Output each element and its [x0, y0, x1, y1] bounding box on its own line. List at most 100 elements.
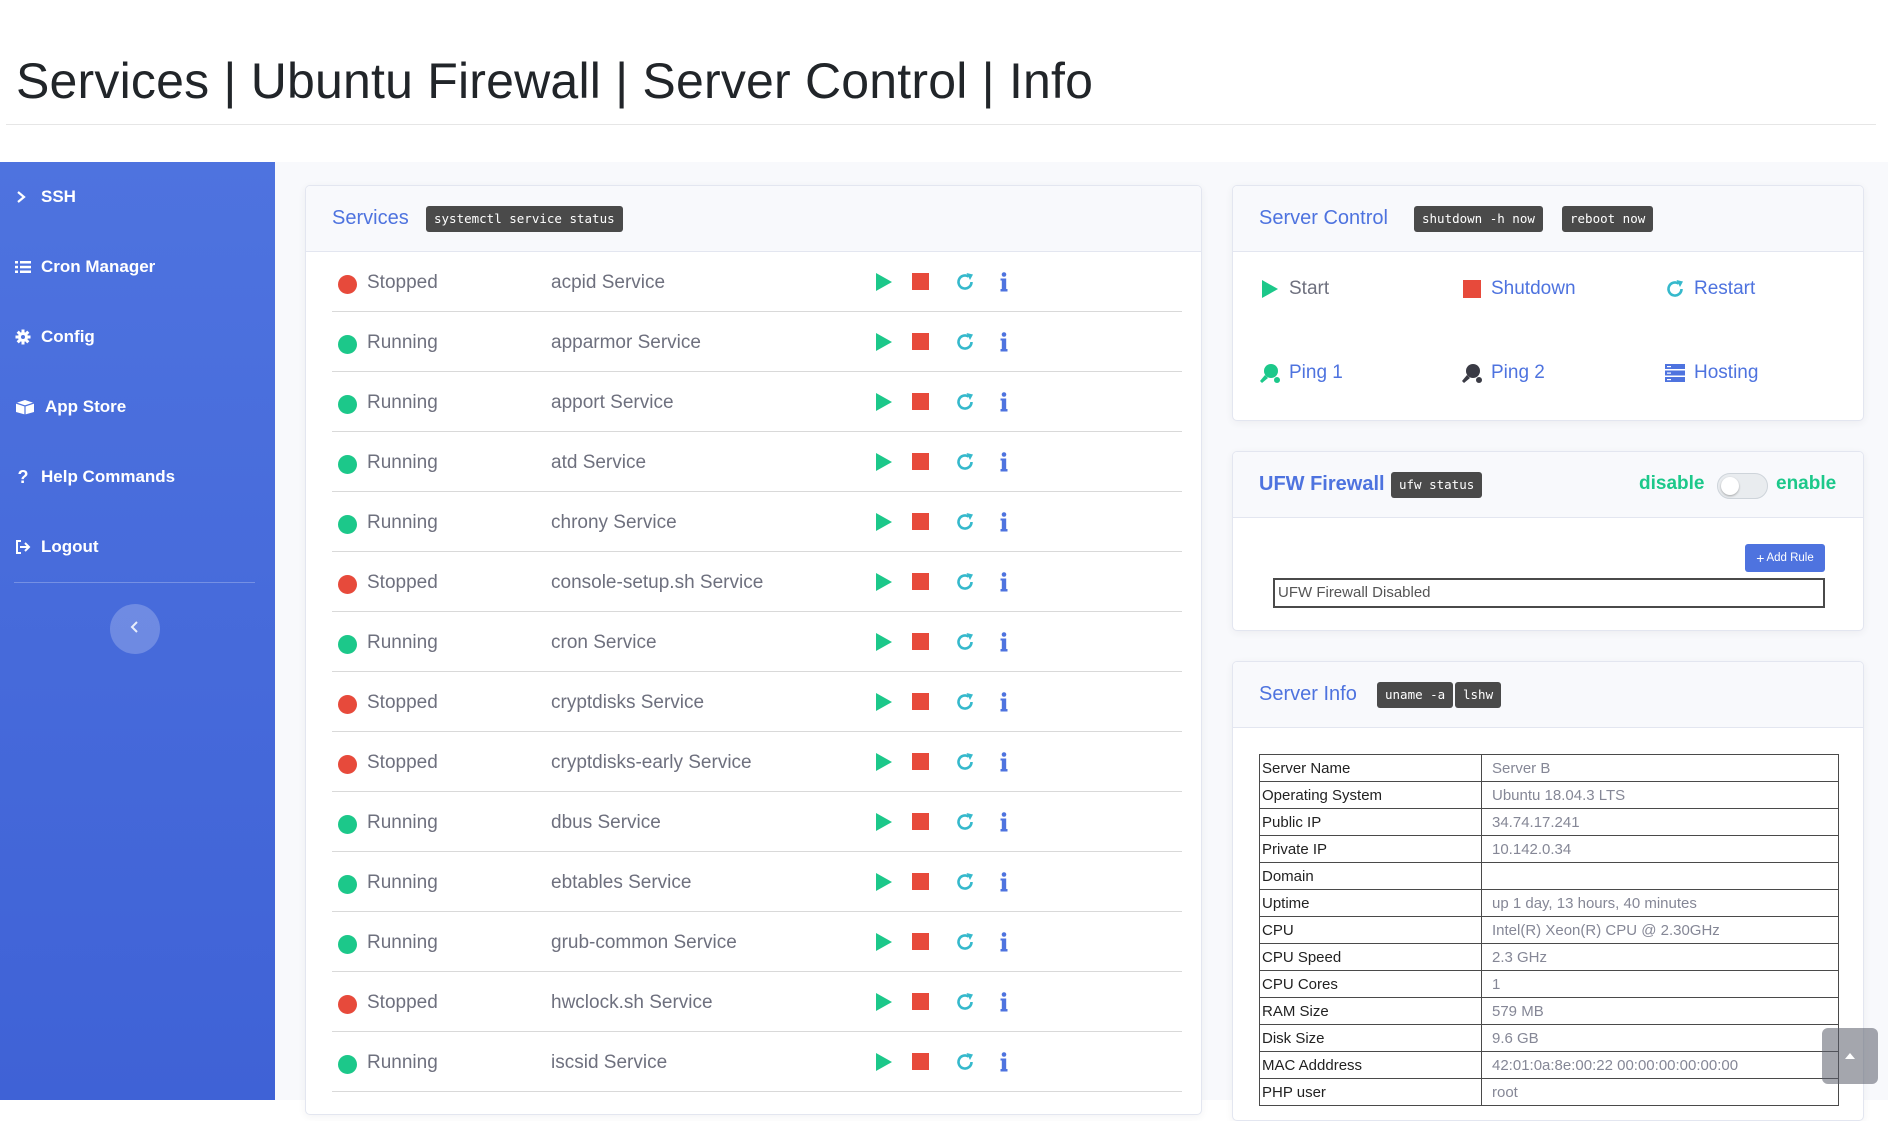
sidebar-item-ssh[interactable]: SSH	[14, 182, 76, 212]
service-row: Stopped console-setup.sh Service	[332, 552, 1182, 612]
restart-service-button[interactable]	[951, 330, 979, 358]
ping-1-button[interactable]: Ping 1	[1259, 362, 1343, 384]
restart-service-button[interactable]	[951, 930, 979, 958]
restart-service-button[interactable]	[951, 870, 979, 898]
restart-service-button[interactable]	[951, 1050, 979, 1078]
restart-service-button[interactable]	[951, 270, 979, 298]
start-service-button[interactable]	[870, 390, 898, 418]
sidebar-item-config[interactable]: Config	[14, 322, 95, 352]
service-name: cron Service	[551, 632, 657, 653]
service-row: Running apparmor Service	[332, 312, 1182, 372]
restart-service-button[interactable]	[951, 750, 979, 778]
start-service-button[interactable]	[870, 1050, 898, 1078]
start-service-button[interactable]	[870, 270, 898, 298]
stop-service-button[interactable]	[906, 270, 934, 298]
service-info-button[interactable]	[990, 390, 1018, 418]
scroll-to-top-button[interactable]	[1822, 1028, 1878, 1084]
stop-service-button[interactable]	[906, 1050, 934, 1078]
service-info-button[interactable]	[990, 510, 1018, 538]
service-row: Running grub-common Service	[332, 912, 1182, 972]
sidebar-item-app-store[interactable]: App Store	[14, 392, 126, 422]
sidebar-item-cron-manager[interactable]: Cron Manager	[14, 252, 155, 282]
service-info-button[interactable]	[990, 750, 1018, 778]
shutdown-button[interactable]: Shutdown	[1461, 278, 1576, 300]
sidebar-item-help-commands[interactable]: ? Help Commands	[14, 462, 176, 492]
status-dot	[338, 335, 357, 354]
restart-service-button[interactable]	[951, 630, 979, 658]
service-info-button[interactable]	[990, 1050, 1018, 1078]
start-service-button[interactable]	[870, 630, 898, 658]
play-icon	[875, 932, 893, 957]
sidebar-item-logout[interactable]: Logout	[14, 532, 99, 562]
service-info-button[interactable]	[990, 870, 1018, 898]
stop-icon	[911, 753, 929, 775]
uname-command-badge: uname -a	[1377, 682, 1454, 708]
server-info-title: Server Info	[1259, 683, 1357, 705]
start-service-button[interactable]	[870, 990, 898, 1018]
start-service-button[interactable]	[870, 570, 898, 598]
hosting-button[interactable]: Hosting	[1664, 362, 1758, 384]
stop-service-button[interactable]	[906, 330, 934, 358]
ping-2-button[interactable]: Ping 2	[1461, 362, 1545, 384]
stop-service-button[interactable]	[906, 450, 934, 478]
sidebar-toggle-button[interactable]	[110, 604, 160, 654]
service-info-button[interactable]	[990, 810, 1018, 838]
refresh-icon	[955, 452, 975, 477]
start-service-button[interactable]	[870, 330, 898, 358]
stop-service-button[interactable]	[906, 630, 934, 658]
service-row: Stopped hwclock.sh Service	[332, 972, 1182, 1032]
service-info-button[interactable]	[990, 330, 1018, 358]
play-icon	[875, 452, 893, 477]
ufw-command-badge: ufw status	[1391, 472, 1483, 498]
restart-service-button[interactable]	[951, 510, 979, 538]
service-info-button[interactable]	[990, 690, 1018, 718]
service-info-button[interactable]	[990, 270, 1018, 298]
stop-service-button[interactable]	[906, 810, 934, 838]
start-service-button[interactable]	[870, 510, 898, 538]
service-info-button[interactable]	[990, 930, 1018, 958]
start-service-button[interactable]	[870, 690, 898, 718]
service-status: Running	[367, 452, 438, 473]
restart-service-button[interactable]	[951, 570, 979, 598]
stop-service-button[interactable]	[906, 570, 934, 598]
server-info-card: Server Info uname -a lshw Server Name Ser…	[1232, 661, 1864, 1121]
start-button[interactable]: Start	[1259, 278, 1329, 300]
stop-service-button[interactable]	[906, 510, 934, 538]
start-service-button[interactable]	[870, 930, 898, 958]
service-name: acpid Service	[551, 272, 666, 293]
stop-service-button[interactable]	[906, 690, 934, 718]
restart-service-button[interactable]	[951, 450, 979, 478]
service-info-button[interactable]	[990, 630, 1018, 658]
refresh-icon	[955, 692, 975, 717]
restart-service-button[interactable]	[951, 810, 979, 838]
start-service-button[interactable]	[870, 870, 898, 898]
play-icon	[875, 872, 893, 897]
service-info-button[interactable]	[990, 570, 1018, 598]
info-icon	[1000, 271, 1008, 297]
restart-service-button[interactable]	[951, 390, 979, 418]
start-service-button[interactable]	[870, 450, 898, 478]
page-title: Services | Ubuntu Firewall | Server Cont…	[16, 53, 1094, 109]
start-service-button[interactable]	[870, 810, 898, 838]
chevron-left-icon	[130, 620, 140, 638]
refresh-icon	[955, 632, 975, 657]
stop-service-button[interactable]	[906, 990, 934, 1018]
ufw-toggle-switch[interactable]	[1717, 473, 1768, 499]
start-service-button[interactable]	[870, 750, 898, 778]
stop-service-button[interactable]	[906, 750, 934, 778]
restart-service-button[interactable]	[951, 690, 979, 718]
stop-service-button[interactable]	[906, 870, 934, 898]
service-info-button[interactable]	[990, 990, 1018, 1018]
info-key: Domain	[1259, 862, 1482, 890]
service-status: Stopped	[367, 992, 438, 1013]
stop-service-button[interactable]	[906, 930, 934, 958]
stop-service-button[interactable]	[906, 390, 934, 418]
table-row: Disk Size 9.6 GB	[1259, 1024, 1839, 1052]
add-rule-button[interactable]: + Add Rule	[1745, 544, 1825, 572]
service-info-button[interactable]	[990, 450, 1018, 478]
play-icon	[875, 692, 893, 717]
stop-icon	[911, 333, 929, 355]
status-dot	[338, 455, 357, 474]
restart-service-button[interactable]	[951, 990, 979, 1018]
restart-button[interactable]: Restart	[1664, 278, 1755, 300]
